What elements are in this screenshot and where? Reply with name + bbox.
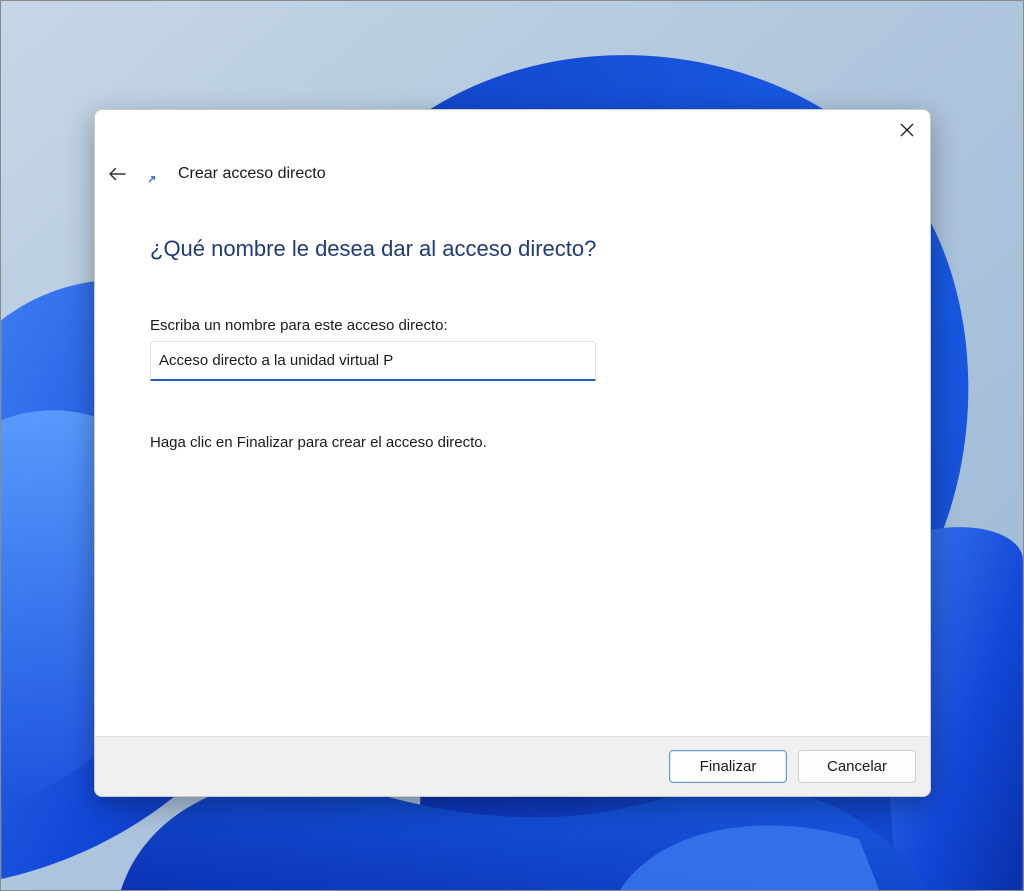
wizard-header: Crear acceso directo [95,158,930,190]
shortcut-name-input[interactable] [150,341,596,381]
finish-button[interactable]: Finalizar [669,750,787,783]
shortcut-icon [147,174,158,184]
back-button[interactable] [103,160,131,188]
close-button[interactable] [884,110,930,150]
finish-hint-text: Haga clic en Finalizar para crear el acc… [150,434,487,451]
page-heading: ¿Qué nombre le desea dar al acceso direc… [150,236,597,261]
close-icon [900,123,914,137]
dialog-footer: Finalizar Cancelar [95,736,930,796]
back-arrow-icon [109,167,126,181]
create-shortcut-dialog: Crear acceso directo ¿Qué nombre le dese… [94,109,931,797]
shortcut-name-label: Escriba un nombre para este acceso direc… [150,317,448,334]
wizard-title: Crear acceso directo [178,165,326,182]
cancel-button[interactable]: Cancelar [798,750,916,783]
